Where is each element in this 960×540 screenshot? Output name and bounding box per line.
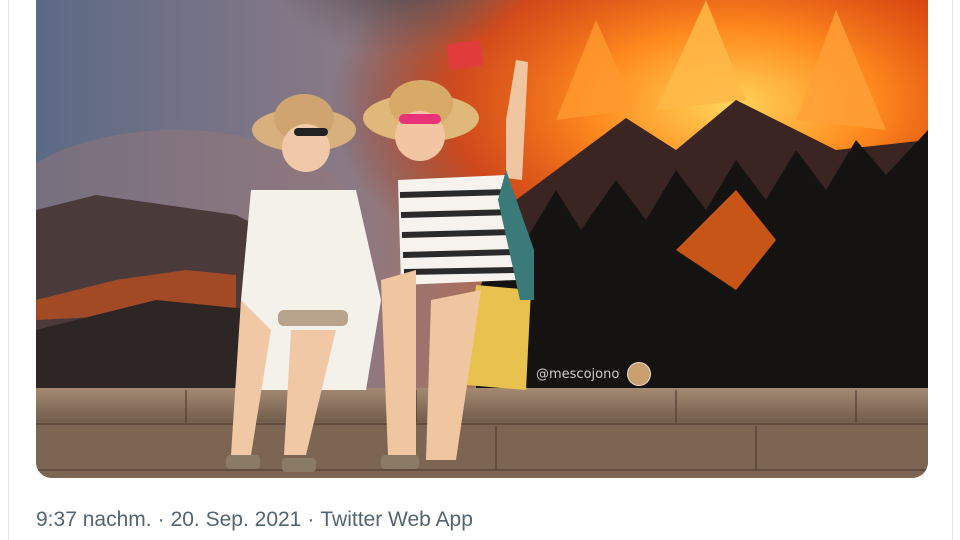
meta-separator: · (157, 508, 165, 531)
tweet-media-photo[interactable]: @mescojono (36, 0, 928, 478)
watermark-text: @mescojono (536, 366, 620, 382)
photo-illustration (36, 0, 928, 478)
tweet-source-link[interactable]: Twitter Web App (320, 508, 473, 532)
tweet-date-link[interactable]: 20. Sep. 2021 (171, 508, 302, 532)
tweet-time-link[interactable]: 9:37 nachm. (36, 508, 152, 532)
card-border-right (952, 0, 953, 540)
tweet-card: @mescojono 9:37 nachm. · 20. Sep. 2021 ·… (0, 0, 960, 540)
tweet-timestamp-row: 9:37 nachm. · 20. Sep. 2021 · Twitter We… (36, 505, 473, 535)
meta-separator: · (307, 508, 315, 531)
photo-watermark: @mescojono (536, 362, 652, 386)
card-border-left (8, 0, 9, 540)
watermark-avatar-icon (627, 362, 652, 386)
